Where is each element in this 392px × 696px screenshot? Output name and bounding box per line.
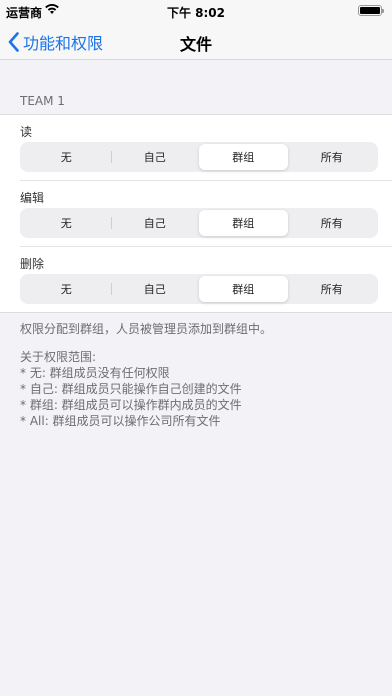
read-segmented-control: 无 自己 群组 所有 [20,142,378,172]
segment-all[interactable]: 所有 [288,210,377,236]
segment-group[interactable]: 群组 [199,276,288,302]
segment-none[interactable]: 无 [22,210,111,236]
permission-label: 编辑 [20,191,45,205]
segment-self[interactable]: 自己 [110,276,200,302]
status-bar: 运营商 下午 8:02 [0,0,392,22]
segment-self[interactable]: 自己 [110,144,200,170]
delete-segmented-control: 无 自己 群组 所有 [20,274,378,304]
battery-icon [358,5,384,16]
scope-line: * 无: 群组成员没有任何权限 [20,366,170,380]
footer-summary: 权限分配到群组，人员被管理员添加到群组中。 [20,322,273,336]
permission-label: 删除 [20,257,45,271]
section-footer: 权限分配到群组，人员被管理员添加到群组中。 关于权限范围: * 无: 群组成员没… [0,313,392,437]
segment-none[interactable]: 无 [22,276,111,302]
segment-all[interactable]: 所有 [288,276,377,302]
scope-title: 关于权限范围: [20,350,97,364]
segment-group[interactable]: 群组 [199,144,288,170]
segment-self[interactable]: 自己 [110,210,200,236]
scope-line: * All: 群组成员可以操作公司所有文件 [20,414,221,428]
page-title: 文件 [179,35,212,54]
scope-line: * 群组: 群组成员可以操作群内成员的文件 [20,398,242,412]
permission-row-read: 读 无 自己 群组 所有 [0,115,392,172]
segment-none[interactable]: 无 [22,144,111,170]
segment-all[interactable]: 所有 [288,144,377,170]
edit-segmented-control: 无 自己 群组 所有 [20,208,378,238]
permission-label: 读 [20,125,33,139]
section-header: TEAM 1 [20,94,65,108]
permission-row-delete: 删除 无 自己 群组 所有 [20,246,392,304]
permission-row-edit: 编辑 无 自己 群组 所有 [20,180,392,238]
scope-line: * 自己: 群组成员只能操作自己创建的文件 [20,382,242,396]
status-time: 下午 8:02 [166,6,226,20]
permissions-group: 读 无 自己 群组 所有 编辑 无 自己 群组 所有 删除 无 自己 群组 所有 [0,114,392,313]
navigation-bar: 功能和权限 文件 [0,22,392,60]
segment-group[interactable]: 群组 [199,210,288,236]
scope-notes: 关于权限范围: * 无: 群组成员没有任何权限 * 自己: 群组成员只能操作自己… [20,349,372,429]
